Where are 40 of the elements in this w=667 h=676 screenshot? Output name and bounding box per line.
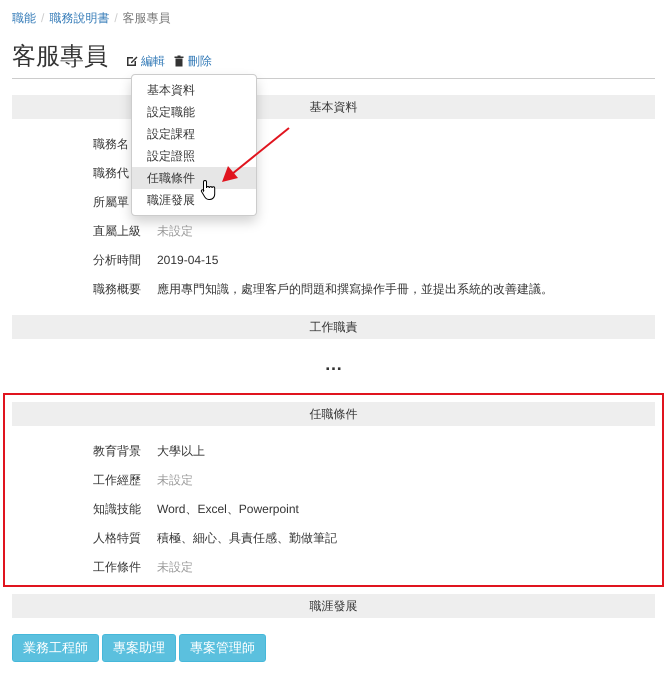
field-value: 積極、細心、具責任感、勤做筆記 [157,530,337,546]
delete-link[interactable]: 刪除 [173,52,212,70]
field-label: 直屬上級 [93,222,142,240]
menu-item[interactable]: 任職條件 [132,167,256,189]
field-label: 職務名 [93,136,129,152]
edit-link[interactable]: 編輯 [126,52,165,70]
field-value: 2019-04-15 [157,252,218,268]
menu-item[interactable]: 設定職能 [132,101,256,123]
menu-item[interactable]: 職涯發展 [132,189,256,211]
section-header: 任職條件 [12,402,655,426]
hand-cursor-icon [200,179,218,201]
field-label: 職務概要 [93,280,142,298]
section-header: 職涯發展 [12,594,655,618]
breadcrumb-link[interactable]: 職能 [12,8,36,26]
menu-item[interactable]: 基本資料 [132,79,256,101]
menu-item[interactable]: 設定課程 [132,123,256,145]
breadcrumb-link[interactable]: 職務說明書 [49,8,110,26]
breadcrumb-separator: / [41,10,44,26]
breadcrumb-separator: / [114,10,118,26]
field-value: 未設定 [157,472,193,488]
menu-item[interactable]: 設定證照 [132,145,256,167]
ellipsis: … [324,352,342,376]
field-value: 未設定 [157,222,193,240]
field-label: 人格特質 [93,530,142,546]
field-value: Word、Excel、Powerpoint [157,500,299,518]
field-value: 應用專門知識，處理客戶的問題和撰寫操作手冊，並提出系統的改善建議。 [157,280,553,298]
arrow [222,127,290,182]
field-label: 工作經歷 [93,472,142,488]
field-value: 未設定 [157,558,193,576]
field-label: 教育背景 [93,442,142,460]
field-value: 大學以上 [157,442,205,460]
page-title: 客服專員 [12,42,108,72]
breadcrumb-current: 客服專員 [122,10,171,26]
field-label: 職務代 [93,164,129,182]
field-label: 所屬單 [93,194,129,210]
field-label: 知識技能 [93,500,142,518]
field-label: 工作條件 [93,558,142,576]
field-label: 分析時間 [93,252,142,268]
trash-icon [173,55,185,67]
section-header: 工作職責 [12,315,655,339]
